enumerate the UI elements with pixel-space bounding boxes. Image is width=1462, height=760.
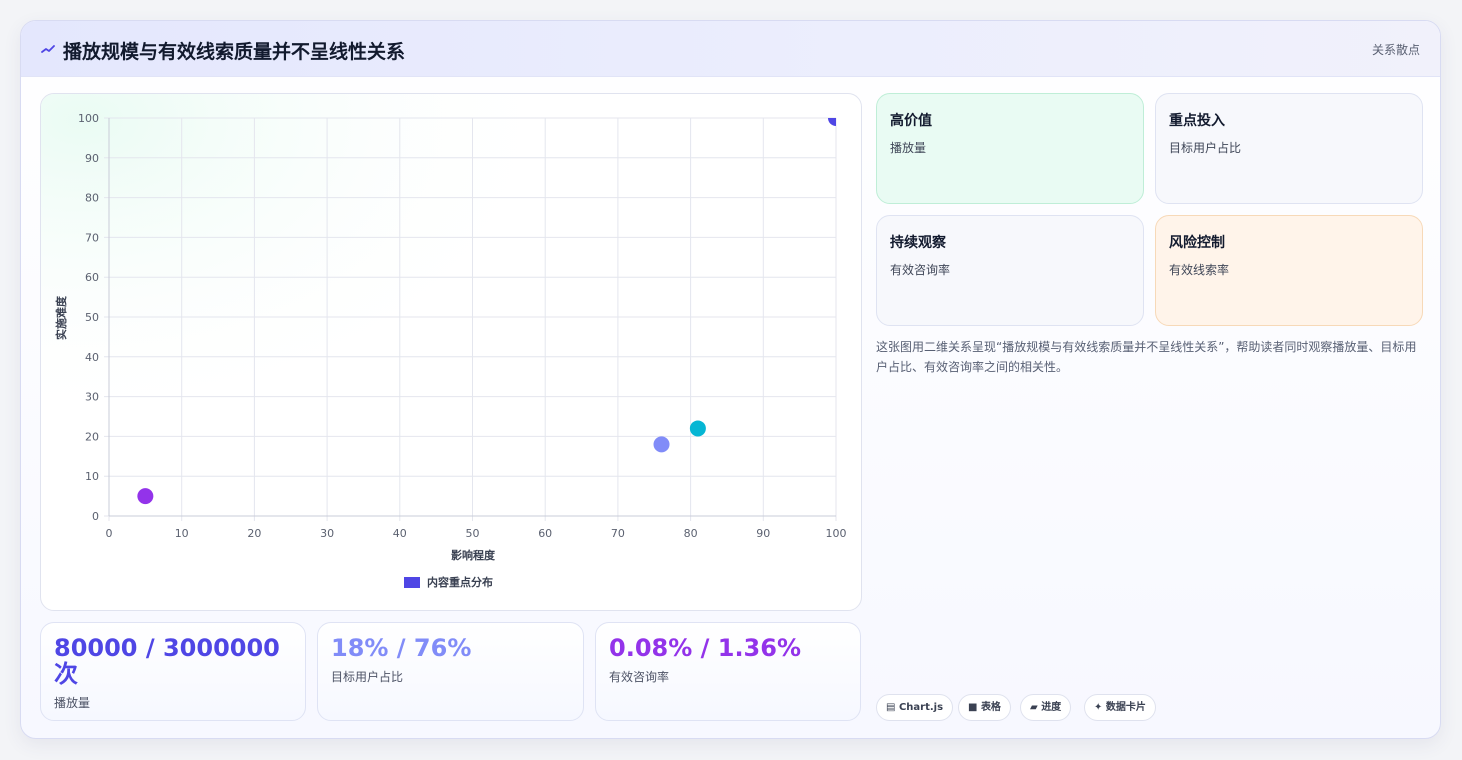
tile-subtitle: 目标用户占比	[1169, 141, 1242, 155]
chip-data-card[interactable]: ✦ 数据卡片	[1084, 694, 1156, 721]
y-axis-label: 实施难度	[54, 295, 68, 340]
page-title: 播放规模与有效线索质量并不呈线性关系	[63, 41, 406, 63]
tile-title: 风险控制	[1169, 235, 1225, 251]
x-tick-label: 0	[106, 527, 113, 540]
quadrant-tile-high-value: 高价值 播放量	[876, 93, 1144, 204]
stat-value: 18% / 76%	[331, 634, 472, 662]
x-tick-label: 60	[538, 527, 552, 540]
x-tick-label: 80	[684, 527, 698, 540]
x-tick-label: 70	[611, 527, 625, 540]
tile-title: 持续观察	[890, 235, 946, 251]
x-tick-label: 10	[175, 527, 189, 540]
chip-label: 表格	[980, 702, 1001, 713]
y-tick-label: 50	[85, 311, 99, 324]
stat-card-views: 80000 / 3000000 次 播放量	[40, 622, 306, 721]
chip-label: 进度	[1041, 702, 1062, 713]
chart-type-tag: 关系散点	[1371, 43, 1420, 57]
chart-icon: ▤	[886, 702, 896, 713]
x-axis-label: 影响程度	[451, 548, 496, 562]
y-tick-label: 20	[85, 430, 99, 443]
y-tick-label: 0	[92, 510, 99, 523]
card-header: 播放规模与有效线索质量并不呈线性关系 关系散点	[21, 21, 1440, 77]
y-tick-label: 70	[85, 231, 99, 244]
scatter-point[interactable]	[137, 488, 154, 505]
y-tick-label: 60	[85, 271, 99, 284]
chip-table[interactable]: ■ 表格	[958, 694, 1011, 721]
chip-label: 数据卡片	[1105, 702, 1146, 713]
x-tick-label: 100	[826, 527, 847, 540]
x-tick-label: 30	[320, 527, 334, 540]
progress-icon: ▰	[1030, 702, 1038, 713]
y-tick-label: 90	[85, 152, 99, 165]
x-tick-label: 90	[756, 527, 770, 540]
chip-chartjs[interactable]: ▤ Chart.js	[876, 694, 954, 721]
y-tick-label: 80	[85, 192, 99, 205]
chart-background-glow	[41, 94, 861, 610]
legend-label[interactable]: 内容重点分布	[427, 575, 493, 589]
datacard-icon: ✦	[1094, 702, 1103, 713]
stat-label: 播放量	[54, 696, 91, 710]
chip-label: Chart.js	[898, 702, 944, 713]
scatter-chart: 0 10 20 30 40 50 60 70 80 90 100 0 10 20 30 40 50 60 70 80 9…	[41, 94, 861, 610]
y-tick-label: 40	[85, 351, 99, 364]
scatter-point[interactable]	[653, 436, 670, 453]
stat-label: 有效咨询率	[609, 670, 670, 684]
quadrant-tile-key-investment: 重点投入 目标用户占比	[1155, 93, 1423, 204]
stat-card-target-users: 18% / 76% 目标用户占比	[317, 622, 584, 721]
stat-card-inquiry-rate: 0.08% / 1.36% 有效咨询率	[595, 622, 861, 721]
tile-subtitle: 播放量	[890, 141, 927, 155]
tile-title: 高价值	[890, 113, 932, 129]
y-tick-label: 100	[78, 112, 99, 125]
scatter-point[interactable]	[689, 420, 706, 437]
y-tick-label: 30	[85, 391, 99, 404]
tile-subtitle: 有效线索率	[1169, 263, 1230, 277]
y-tick-label: 10	[85, 470, 99, 483]
scatter-chart-panel: 0 10 20 30 40 50 60 70 80 90 100 0 10 20 30 40 50 60 70 80 9…	[40, 93, 862, 611]
table-icon: ■	[968, 702, 978, 713]
tile-subtitle: 有效咨询率	[890, 263, 951, 277]
x-tick-label: 40	[393, 527, 407, 540]
quadrant-tile-risk-control: 风险控制 有效线索率	[1155, 215, 1423, 326]
stat-label: 目标用户占比	[331, 670, 404, 684]
x-tick-label: 50	[466, 527, 480, 540]
tile-title: 重点投入	[1169, 113, 1225, 129]
chip-progress[interactable]: ▰ 进度	[1020, 694, 1072, 721]
x-tick-label: 20	[247, 527, 261, 540]
trend-line-icon	[41, 45, 55, 53]
stat-value: 80000 / 3000000 次	[54, 634, 280, 688]
stat-value: 0.08% / 1.36%	[609, 634, 801, 662]
report-card: 播放规模与有效线索质量并不呈线性关系 关系散点 0 10 20 30 40 50 60 70 8…	[20, 20, 1441, 739]
quadrant-tile-observe: 持续观察 有效咨询率	[876, 215, 1144, 326]
legend-swatch[interactable]	[404, 577, 420, 588]
chart-description: 这张图用二维关系呈现“播放规模与有效线索质量并不呈线性关系”，帮助读者同时观察播…	[876, 340, 1417, 374]
